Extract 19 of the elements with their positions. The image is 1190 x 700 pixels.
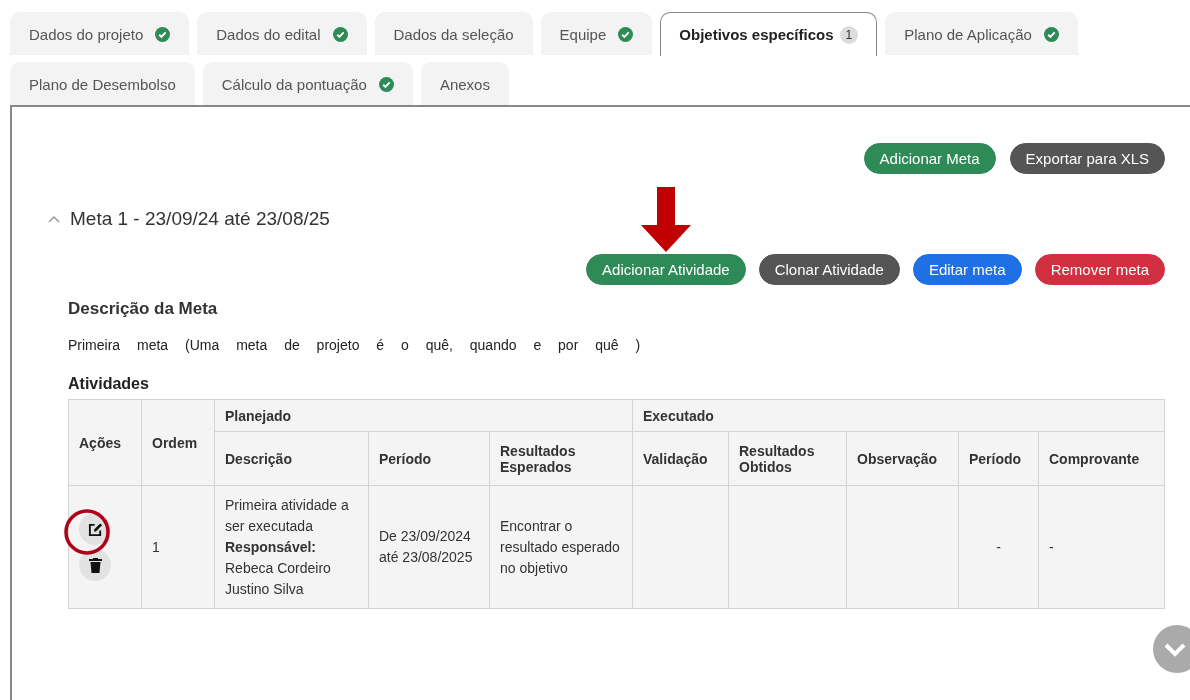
tab[interactable]: Cálculo da pontuação [202,62,413,105]
check-icon [1043,26,1059,42]
check-icon [332,26,348,42]
tab[interactable]: Objetivos específicos 1 [660,12,878,56]
check-icon [378,76,394,92]
goal-title: Meta 1 - 23/09/24 até 23/08/25 [70,208,330,230]
tab[interactable]: Dados da seleção [374,12,533,55]
section-heading: Atividades [68,375,150,393]
count-badge: 1 [839,25,859,44]
check-icon [155,26,171,42]
tab[interactable]: Anexos [420,62,509,105]
tab[interactable]: Equipe [540,12,653,55]
section-heading: Descrição da Meta [68,299,219,319]
tab[interactable]: Dados do projeto [10,12,190,55]
check-icon [618,26,634,42]
tab[interactable]: Plano de Aplicação [885,12,1078,55]
tab[interactable]: Plano de Desembolso [10,62,195,105]
tab[interactable]: Dados do edital [197,12,367,55]
goal-description: Primeira meta (Uma meta de projeto é o quê, quando e por quê ) [68,337,642,353]
